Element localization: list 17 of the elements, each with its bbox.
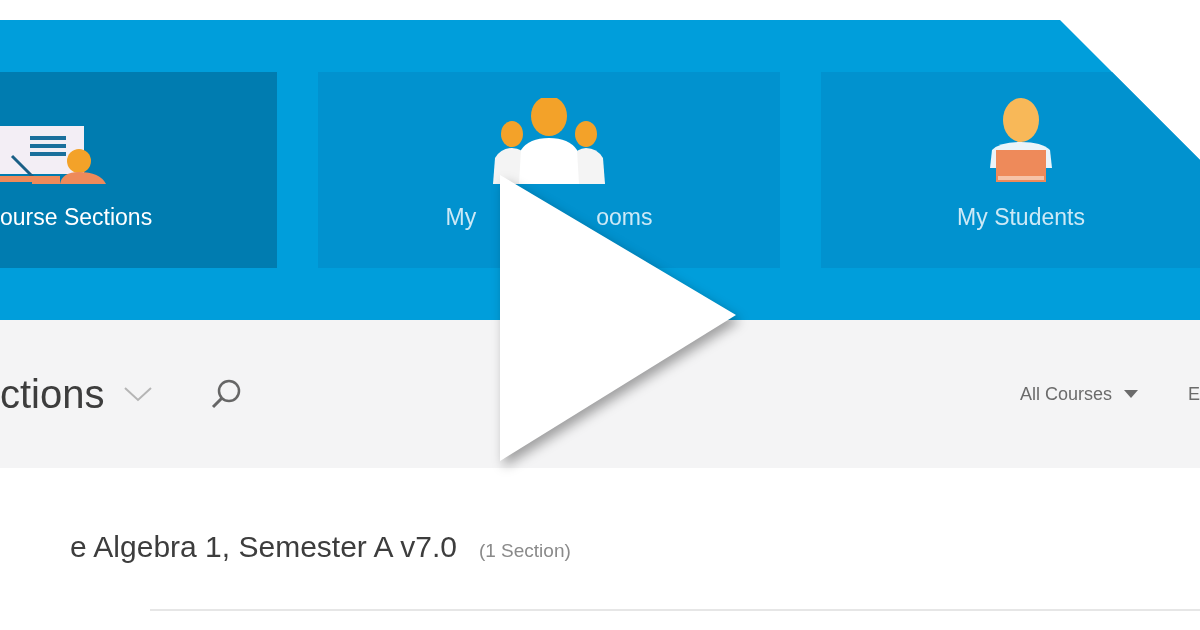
nav-tile[interactable]: My Students <box>821 72 1200 268</box>
section-count: (1 Section) <box>478 539 571 563</box>
nav-tile[interactable]: My ooms <box>318 72 780 268</box>
play-button-icon[interactable] <box>500 175 736 461</box>
tile-label: My <box>445 202 477 232</box>
tile-label: ooms <box>596 202 653 232</box>
people-group-icon <box>493 97 605 184</box>
chevron-down-icon[interactable] <box>122 386 153 402</box>
course-name[interactable]: e Algebra 1, Semester A v7.0 <box>70 524 457 569</box>
tile-label: My Students <box>957 202 1085 232</box>
page-title: ctions <box>0 371 105 418</box>
tile-label: ourse Sections <box>0 202 153 232</box>
course-filter-dropdown[interactable]: All Courses <box>1019 380 1138 408</box>
nav-tile[interactable]: ourse Sections <box>0 72 277 268</box>
teacher-at-board-icon <box>0 125 106 184</box>
caret-down-icon <box>1124 390 1138 398</box>
toolbar-item[interactable]: E <box>1188 380 1200 408</box>
